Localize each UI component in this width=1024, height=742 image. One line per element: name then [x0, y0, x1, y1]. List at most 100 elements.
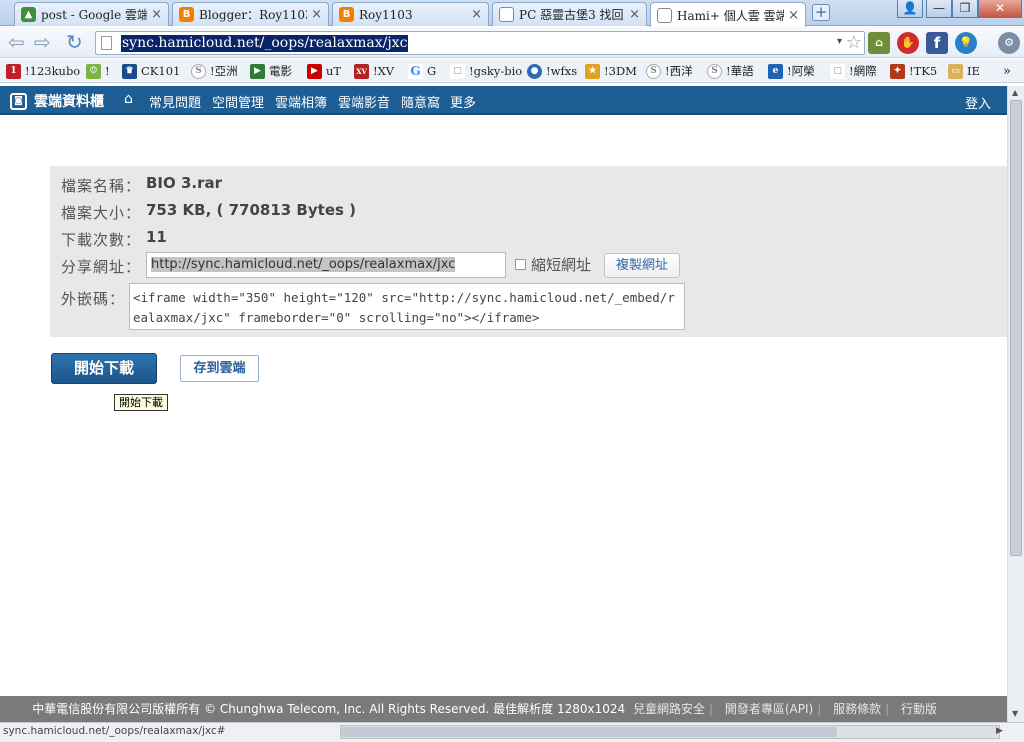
- home-icon[interactable]: ⌂: [124, 91, 133, 107]
- bookmark-icon: ★: [585, 63, 600, 79]
- nav-item-faq[interactable]: 常見問題: [149, 92, 201, 111]
- bookmark-item[interactable]: S !西洋: [646, 62, 693, 80]
- tab-roy1103[interactable]: B Roy1103 ×: [332, 2, 489, 26]
- bookmark-label: !網際: [849, 64, 877, 78]
- bookmark-item[interactable]: XV !XV: [354, 62, 394, 80]
- bookmark-label: !西洋: [665, 64, 693, 78]
- nav-item-album[interactable]: 雲端相簿: [275, 92, 327, 111]
- tab-hami-cloud[interactable]: Hami+ 個人雲 雲端 ×: [650, 2, 806, 27]
- page-icon: □: [830, 63, 845, 79]
- browser-status-bar: sync.hamicloud.net/_oops/realaxmax/jxc# …: [0, 722, 1024, 742]
- bookmark-item[interactable]: ▭ IE: [948, 62, 980, 80]
- reload-icon[interactable]: ↻: [66, 32, 83, 52]
- scroll-right-icon[interactable]: ▶: [996, 726, 1003, 736]
- bookmark-item[interactable]: ♛ CK101: [122, 62, 180, 80]
- tab-pc-game[interactable]: PC 惡靈古堡3 找回 ×: [492, 2, 647, 26]
- tab-blogger[interactable]: B Blogger：Roy1103 - ×: [172, 2, 329, 26]
- embed-code-textarea[interactable]: <iframe width="350" height="120" src="ht…: [129, 283, 685, 330]
- close-icon[interactable]: ×: [471, 7, 482, 22]
- horizontal-scrollbar[interactable]: [340, 725, 1000, 739]
- bookmark-label: !XV: [373, 64, 395, 78]
- bookmark-item[interactable]: □ !網際: [830, 62, 877, 80]
- user-icon[interactable]: 👤: [897, 0, 923, 18]
- bookmark-icon: ☺: [86, 63, 101, 79]
- bookmark-item[interactable]: ☺!: [86, 62, 110, 80]
- bookmarks-overflow-button[interactable]: »: [1003, 62, 1011, 80]
- tab-title: Hami+ 個人雲 雲端: [677, 8, 785, 23]
- login-link[interactable]: 登入: [965, 93, 991, 112]
- address-bar[interactable]: sync.hamicloud.net/_oops/realaxmax/jxc ▾…: [95, 31, 865, 55]
- home-icon[interactable]: ⌂: [868, 32, 890, 54]
- nav-item-blog[interactable]: 隨意窩: [401, 92, 440, 111]
- new-tab-button[interactable]: +: [812, 4, 830, 21]
- blogger-icon: B: [179, 7, 194, 22]
- download-button[interactable]: 開始下載: [51, 353, 157, 384]
- file-name-label: 檔案名稱：: [61, 177, 142, 195]
- footer-link-child-safety[interactable]: 兒童網路安全: [633, 702, 705, 716]
- footer-link-terms[interactable]: 服務條款: [833, 702, 881, 716]
- embed-code-label: 外嵌碼：: [61, 290, 126, 308]
- forward-icon[interactable]: ⇨: [34, 32, 51, 52]
- bookmark-item[interactable]: GG: [408, 62, 436, 80]
- bookmark-icon: S: [646, 63, 661, 79]
- lightbulb-icon[interactable]: 💡: [955, 32, 977, 54]
- nav-item-media[interactable]: 雲端影音: [338, 92, 390, 111]
- scroll-thumb[interactable]: [1010, 100, 1022, 556]
- url-text[interactable]: sync.hamicloud.net/_oops/realaxmax/jxc: [121, 35, 409, 52]
- minimize-button[interactable]: —: [926, 0, 952, 18]
- close-icon[interactable]: ×: [629, 7, 640, 22]
- adblock-icon[interactable]: ✋: [897, 32, 919, 54]
- bookmark-label: !: [105, 64, 110, 78]
- file-name-value: BIO 3.rar: [146, 174, 223, 192]
- close-icon[interactable]: ×: [311, 7, 322, 22]
- bookmark-item[interactable]: □ !gsky-bio: [450, 62, 522, 80]
- scroll-up-icon[interactable]: ▲: [1012, 88, 1018, 97]
- bookmark-item[interactable]: e !阿榮: [768, 62, 815, 80]
- bookmark-label: !3DM: [604, 64, 637, 78]
- bookmark-icon: XV: [354, 63, 369, 79]
- bookmark-icon: 1: [6, 63, 21, 79]
- close-icon[interactable]: ×: [788, 8, 799, 23]
- download-tooltip: 開始下載: [114, 394, 168, 411]
- star-icon[interactable]: ☆: [846, 32, 862, 53]
- bookmark-item[interactable]: ★ !3DM: [585, 62, 637, 80]
- nav-item-more[interactable]: 更多: [450, 92, 476, 111]
- bookmark-item[interactable]: ▶ uT: [307, 62, 341, 80]
- close-icon[interactable]: ×: [151, 7, 162, 22]
- bookmark-icon: ●: [527, 63, 542, 79]
- copy-url-button[interactable]: 複製網址: [604, 253, 680, 278]
- bookmark-item[interactable]: ▶ 電影: [250, 62, 292, 80]
- bookmark-item[interactable]: S !華語: [707, 62, 754, 80]
- site-nav-bar: ◙ 雲端資料櫃 ⌂ 常見問題 空間管理 雲端相簿 雲端影音 隨意窩 更多 登入: [0, 86, 1007, 115]
- footer-link-mobile[interactable]: 行動版: [901, 702, 937, 716]
- maximize-button[interactable]: ❐: [952, 0, 978, 18]
- download-count-value: 11: [146, 228, 167, 246]
- footer-link-developer[interactable]: 開發者專區(API): [725, 702, 813, 716]
- bookmark-icon: S: [191, 63, 206, 79]
- shorten-url-checkbox[interactable]: [515, 259, 526, 270]
- facebook-icon[interactable]: f: [926, 32, 948, 54]
- chevron-down-icon[interactable]: ▾: [837, 36, 842, 47]
- bookmark-icon: ✦: [890, 63, 905, 79]
- wrench-icon[interactable]: ⚙: [998, 32, 1020, 54]
- logo-text: 雲端資料櫃: [34, 94, 104, 110]
- site-logo[interactable]: ◙ 雲端資料櫃: [10, 91, 104, 111]
- folder-icon: ▭: [948, 63, 963, 79]
- bookmark-item[interactable]: S !亞洲: [191, 62, 238, 80]
- vertical-scrollbar[interactable]: ▲ ▼: [1007, 86, 1024, 722]
- cabinet-icon: ◙: [10, 92, 27, 110]
- scroll-down-icon[interactable]: ▼: [1012, 709, 1018, 718]
- tab-google-drive[interactable]: ▲ post - Google 雲端硬 ×: [14, 2, 169, 26]
- save-to-cloud-button[interactable]: 存到雲端: [180, 355, 259, 382]
- bookmark-item[interactable]: ● !wfxs: [527, 62, 577, 80]
- close-window-button[interactable]: ✕: [978, 0, 1022, 18]
- share-url-field[interactable]: http://sync.hamicloud.net/_oops/realaxma…: [146, 252, 506, 278]
- bookmark-item[interactable]: 1 !123kubo: [6, 62, 80, 80]
- bookmark-item[interactable]: ✦ !TK5: [890, 62, 937, 80]
- bookmark-label: !123kubo: [25, 64, 81, 78]
- nav-item-space[interactable]: 空間管理: [212, 92, 264, 111]
- browser-toolbar: ⇦ ⇨ ↻ sync.hamicloud.net/_oops/realaxmax…: [0, 27, 1024, 58]
- page-icon: [657, 7, 672, 23]
- back-icon[interactable]: ⇦: [8, 32, 25, 52]
- scroll-thumb[interactable]: [341, 727, 837, 737]
